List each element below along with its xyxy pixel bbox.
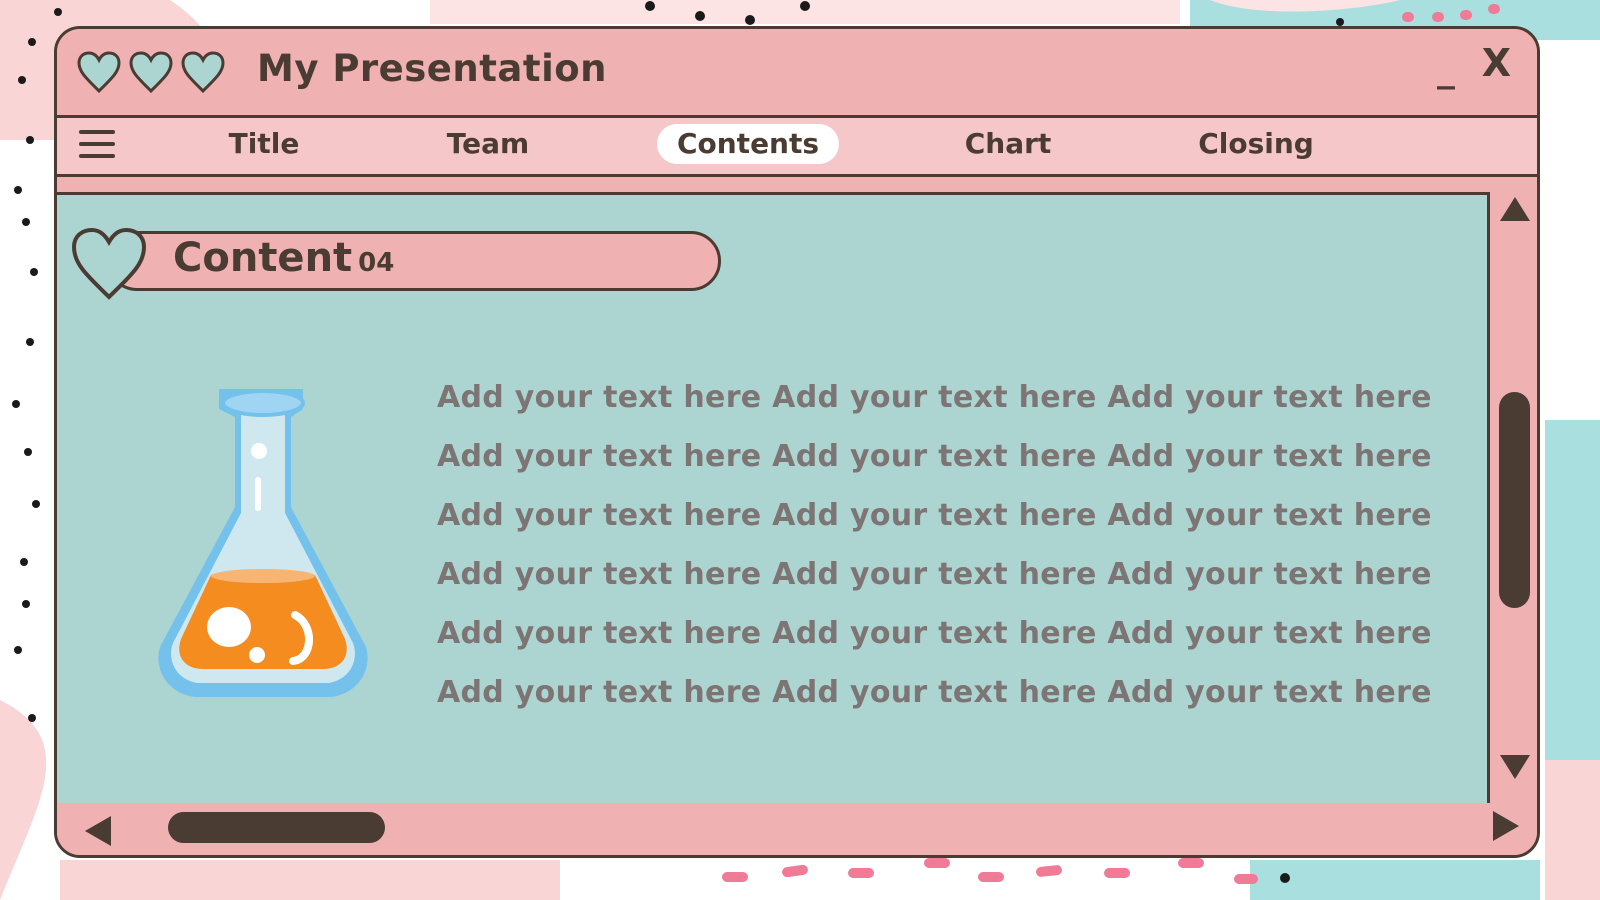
title-bar: My Presentation _ X — [57, 29, 1537, 118]
scroll-down-arrow-icon[interactable] — [1500, 755, 1530, 779]
menu-icon[interactable] — [79, 130, 115, 160]
window-title: My Presentation — [257, 47, 608, 90]
title-hearts — [77, 51, 225, 95]
horizontal-scrollbar[interactable] — [57, 803, 1537, 855]
vertical-scrollbar[interactable] — [1490, 177, 1537, 800]
tab-contents[interactable]: Contents — [656, 124, 840, 164]
section-title-text: Content — [173, 235, 353, 281]
tab-bar: Title Team Contents Chart Closing — [57, 118, 1537, 177]
heart-icon — [71, 227, 147, 300]
slide-content: Content 04 Add your text here Add your te… — [57, 192, 1490, 806]
text-line: Add your text here Add your text here Ad… — [437, 557, 1432, 592]
tab-title[interactable]: Title — [209, 124, 320, 164]
heart-icon — [77, 51, 121, 94]
text-line: Add your text here Add your text here Ad… — [437, 498, 1432, 533]
scroll-left-arrow-icon[interactable] — [85, 816, 111, 846]
minimize-button[interactable]: _ — [1437, 49, 1455, 90]
vertical-scroll-thumb[interactable] — [1499, 392, 1530, 608]
heart-icon — [129, 51, 173, 94]
tab-chart[interactable]: Chart — [945, 124, 1072, 164]
body-text: Add your text here Add your text here Ad… — [437, 377, 1432, 731]
horizontal-scroll-thumb[interactable] — [168, 812, 385, 843]
text-line: Add your text here Add your text here Ad… — [437, 439, 1432, 474]
close-button[interactable]: X — [1482, 41, 1511, 85]
scroll-right-arrow-icon[interactable] — [1493, 811, 1519, 841]
heart-icon — [181, 51, 225, 94]
tab-team[interactable]: Team — [427, 124, 549, 164]
text-line: Add your text here Add your text here Ad… — [437, 675, 1432, 710]
section-number: 04 — [358, 248, 395, 278]
section-title: Content 04 — [173, 235, 394, 281]
text-line: Add your text here Add your text here Ad… — [437, 616, 1432, 651]
text-line: Add your text here Add your text here Ad… — [437, 380, 1432, 415]
presentation-window: My Presentation _ X Title Team Contents … — [54, 26, 1540, 858]
tab-closing[interactable]: Closing — [1178, 124, 1334, 164]
flask-icon — [158, 389, 368, 697]
scroll-up-arrow-icon[interactable] — [1500, 197, 1530, 221]
